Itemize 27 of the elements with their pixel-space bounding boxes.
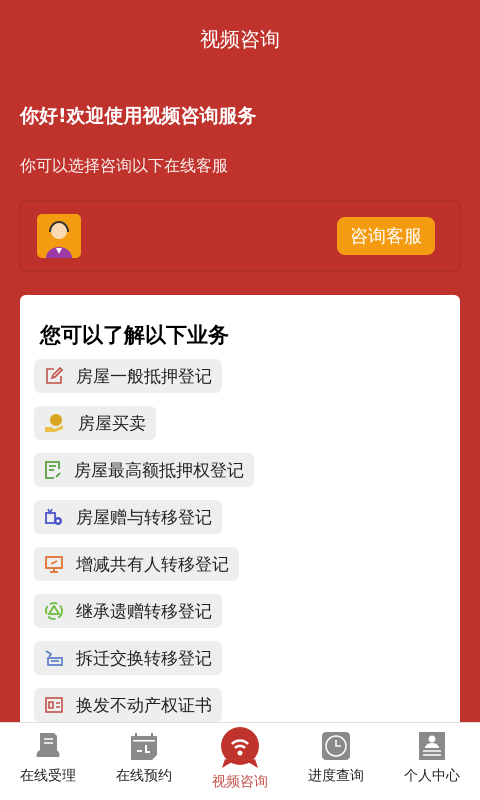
tab[interactable]: 进度查询 — [288, 723, 384, 800]
service-item[interactable]: 房屋一般抵押登记 — [34, 359, 222, 393]
coin-hand-icon — [44, 413, 66, 433]
service-item[interactable]: 房屋最高额抵押权登记 — [34, 453, 254, 487]
profile-icon — [418, 731, 446, 761]
welcome-heading: 你好!欢迎使用视频咨询服务 — [18, 104, 258, 129]
services-heading: 您可以了解以下业务 — [40, 322, 230, 349]
monitor-icon — [44, 554, 64, 574]
service-item[interactable]: 拆迁交换转移登记 — [34, 641, 222, 675]
tab[interactable]: 在线预约 — [96, 723, 192, 800]
welcome-subtitle: 你可以选择咨询以下在线客服 — [19, 156, 229, 177]
clock-icon — [322, 731, 350, 761]
tab[interactable]: 视频咨询 — [192, 723, 288, 800]
edit-icon — [44, 366, 64, 386]
service-item[interactable]: 继承遗赠转移登记 — [34, 594, 222, 628]
agent-avatar-icon — [37, 214, 81, 258]
tab[interactable]: 在线受理 — [0, 723, 96, 800]
screen-title: 视频咨询 — [199, 26, 281, 52]
service-item[interactable]: 增减共有人转移登记 — [34, 547, 239, 581]
tab[interactable]: 个人中心 — [384, 723, 480, 800]
service-item[interactable]: 房屋买卖 — [34, 406, 156, 440]
service-item[interactable]: 换发不动产权证书 — [34, 688, 222, 722]
note-icon — [44, 460, 62, 480]
recycle-icon — [44, 601, 64, 621]
calendar-icon — [130, 731, 158, 761]
id-card-icon — [44, 695, 64, 715]
service-item[interactable]: 房屋赠与转移登记 — [34, 500, 222, 534]
